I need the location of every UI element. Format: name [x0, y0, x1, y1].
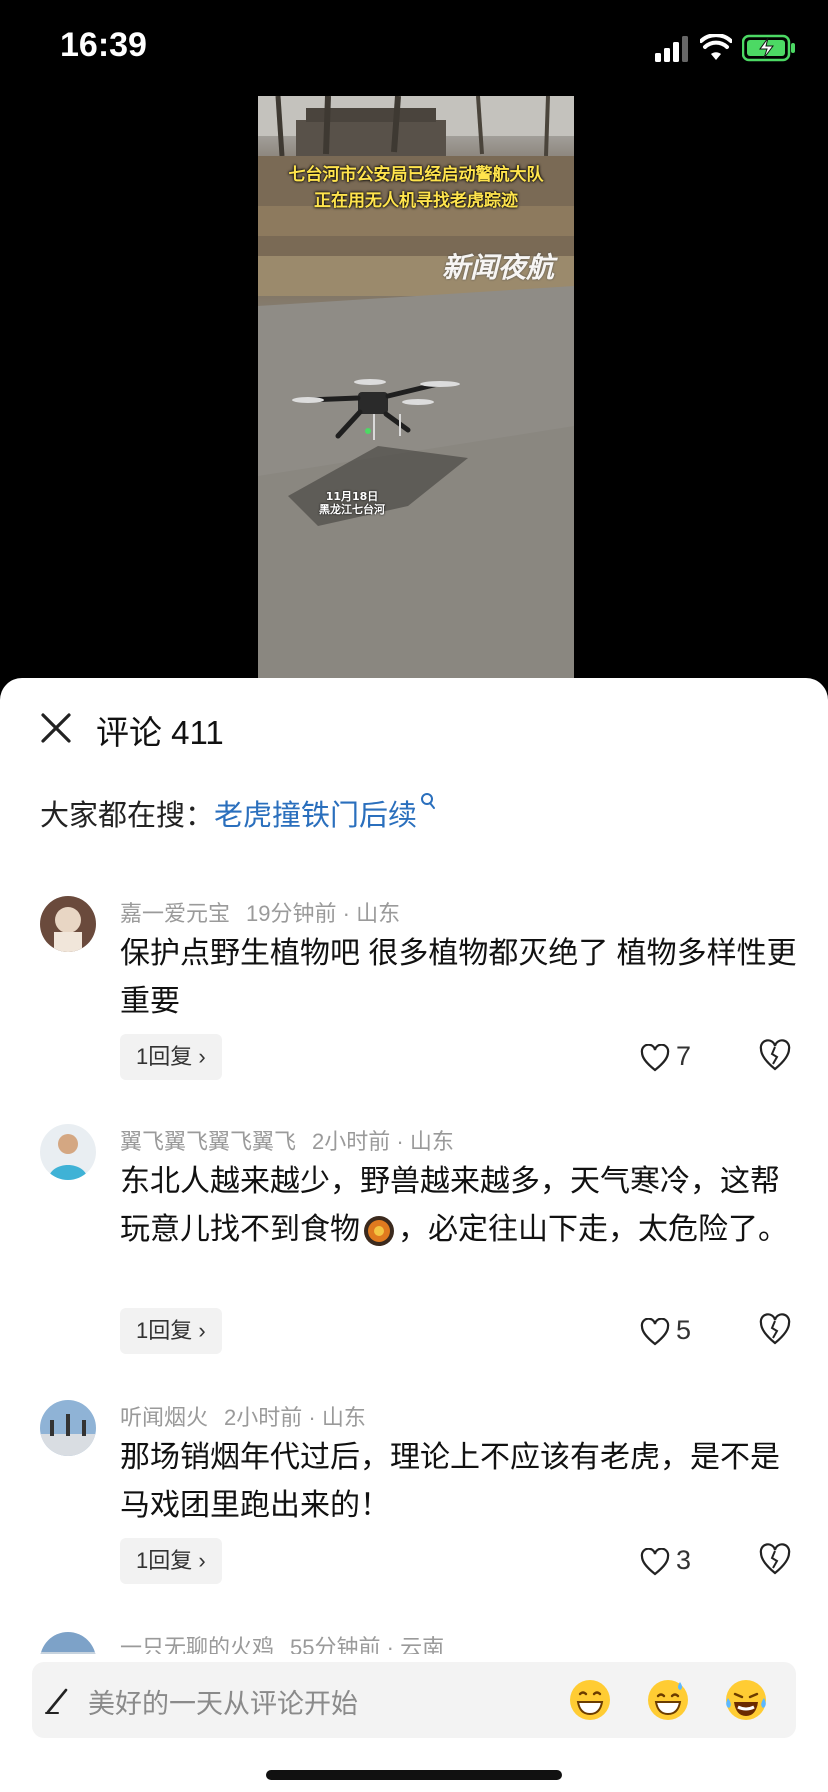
video-watermark: 新闻夜航 [442, 251, 555, 284]
sweat-smile-emoji-icon[interactable] [644, 1676, 692, 1724]
comment-text: 那场销烟年代过后，理论上不应该有老虎，是不是马戏团里跑出来的！ [120, 1441, 780, 1522]
comment-text: 东北人越来越少，野兽越来越多，天气寒冷，这帮玩意儿找不到食物 ，必定往山下走，太危… [120, 1158, 800, 1254]
reply-count-button[interactable]: 1回复 › [120, 1034, 222, 1080]
video-caption-line1: 七台河市公安局已经启动警航大队 [288, 165, 544, 185]
comment-meta: 嘉一爱元宝 19分钟前 · 山东 [120, 896, 400, 928]
like-count: 5 [676, 1315, 692, 1345]
comment-location: · 山东 [342, 901, 401, 926]
video-stamp-place: 黑龙江七台河 [319, 503, 385, 516]
trending-search-link[interactable]: 老虎撞铁门后续 [214, 800, 417, 832]
status-bar: 16:39 [0, 0, 828, 100]
status-time: 16:39 [60, 26, 147, 64]
comment-time: 2小时前 [224, 1405, 303, 1430]
avatar[interactable] [40, 1124, 96, 1180]
cellular-signal-icon [655, 36, 688, 62]
avatar[interactable] [40, 1632, 96, 1654]
comment-location: · 山东 [308, 1405, 366, 1430]
trending-search: 大家都在搜：老虎撞铁门后续 [40, 792, 437, 834]
comment-time: 19分钟前 [246, 901, 337, 926]
pencil-icon [45, 1688, 68, 1714]
like-button[interactable]: 3 [640, 1540, 691, 1580]
comment-meta: 听闻烟火 2小时前 · 山东 [120, 1400, 366, 1432]
broken-heart-icon[interactable] [758, 1542, 792, 1576]
grin-emoji-icon[interactable] [566, 1676, 614, 1724]
like-count: 7 [676, 1041, 692, 1071]
comment-location: · 云南 [386, 1635, 445, 1654]
comment-text: 保护点野生植物吧 很多植物都灭绝了 植物多样性更重要 [120, 937, 797, 1018]
comment-meta: 翼飞翼飞翼飞翼飞 2小时前 · 山东 [120, 1124, 454, 1156]
like-button[interactable]: 7 [640, 1036, 691, 1076]
comment-sheet: 评论 411 大家都在搜：老虎撞铁门后续 嘉一爱元宝 19分钟前 · 山东 保护点… [0, 678, 828, 1792]
reply-count-button[interactable]: 1回复 › [120, 1308, 222, 1354]
close-icon[interactable] [38, 710, 74, 746]
comment-input-placeholder: 美好的一天从评论开始 [88, 1689, 358, 1719]
comment-location: · 山东 [396, 1129, 454, 1154]
like-count: 3 [676, 1545, 692, 1575]
heart-icon [640, 1317, 670, 1346]
video-player[interactable]: 七台河市公安局已经启动警航大队 正在用无人机寻找老虎踪迹 新闻夜航 11月18日… [258, 96, 574, 678]
comment-time: 2小时前 [312, 1129, 391, 1154]
comment-username[interactable]: 嘉一爱元宝 [120, 901, 230, 926]
battery-charging-icon [742, 34, 795, 62]
comment-item-partial: 一只无聊的火鸡 55分钟前 · 云南 [0, 1624, 828, 1654]
comment-username[interactable]: 翼飞翼飞翼飞翼飞 [120, 1129, 296, 1154]
video-stamp-date: 11月18日 [325, 490, 379, 503]
avatar[interactable] [40, 896, 96, 952]
comments-title: 评论 411 [96, 714, 224, 751]
video-caption-line2: 正在用无人机寻找老虎踪迹 [314, 191, 518, 211]
heart-icon [640, 1547, 670, 1576]
comment-meta: 一只无聊的火鸡 55分钟前 · 云南 [120, 1630, 444, 1654]
tears-of-joy-emoji-icon[interactable] [722, 1676, 770, 1724]
comment-username[interactable]: 听闻烟火 [120, 1405, 208, 1430]
comment-input[interactable]: 美好的一天从评论开始 [32, 1662, 796, 1738]
comment-username[interactable]: 一只无聊的火鸡 [120, 1635, 274, 1654]
trending-prefix: 大家都在搜： [40, 800, 215, 832]
broken-heart-icon[interactable] [758, 1312, 792, 1346]
like-button[interactable]: 5 [640, 1310, 691, 1350]
search-icon [421, 793, 436, 809]
food-emoji-icon [364, 1216, 394, 1247]
avatar[interactable] [40, 1400, 96, 1456]
broken-heart-icon[interactable] [758, 1038, 792, 1072]
comment-time: 55分钟前 [290, 1635, 381, 1654]
home-indicator[interactable] [266, 1770, 562, 1780]
wifi-icon [700, 34, 732, 60]
heart-icon [640, 1043, 670, 1072]
video-stamp: 11月18日 黑龙江七台河 [312, 490, 392, 516]
reply-count-button[interactable]: 1回复 › [120, 1538, 222, 1584]
comment-text-part: ，必定往山下走，太危险了。 [398, 1213, 788, 1246]
